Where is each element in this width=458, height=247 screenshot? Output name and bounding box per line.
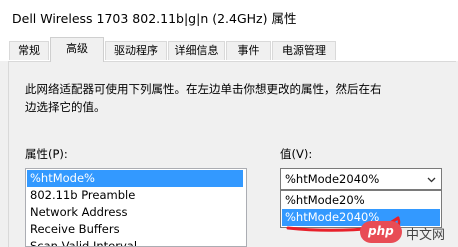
description-line-2: 边选择它的值。 bbox=[25, 100, 106, 114]
list-item[interactable]: Scan Valid Interval bbox=[27, 238, 243, 246]
list-item[interactable]: 802.11b Preamble bbox=[27, 187, 243, 204]
property-label: 属性(P): bbox=[25, 147, 68, 161]
selected-value: %htMode2040% bbox=[285, 172, 380, 186]
php-logo-icon: php bbox=[360, 221, 402, 243]
tab-general[interactable]: 常规 bbox=[9, 41, 49, 60]
list-item[interactable]: Network Address bbox=[27, 204, 243, 221]
value-select[interactable]: %htMode2040% bbox=[280, 168, 442, 190]
watermark: php 中文网 bbox=[360, 221, 456, 245]
value-label: 值(V): bbox=[280, 147, 313, 161]
tab-advanced[interactable]: 高级 bbox=[50, 37, 104, 62]
watermark-text: 中文网 bbox=[406, 228, 446, 243]
description-line-1: 此网络适配器可使用下列属性。在左边单击你想更改的属性，然后在右 bbox=[25, 82, 382, 96]
tab-driver[interactable]: 驱动程序 bbox=[105, 41, 167, 60]
dropdown-option[interactable]: %htMode20% bbox=[282, 192, 440, 209]
tab-details[interactable]: 详细信息 bbox=[168, 41, 225, 60]
tab-events[interactable]: 事件 bbox=[226, 41, 271, 60]
list-item[interactable]: Receive Buffers bbox=[27, 221, 243, 238]
property-list[interactable]: %htMode% 802.11b Preamble Network Addres… bbox=[25, 168, 247, 247]
title-bar: Dell Wireless 1703 802.11b|g|n (2.4GHz) … bbox=[0, 0, 458, 34]
tab-power-management[interactable]: 电源管理 bbox=[272, 41, 336, 60]
window-title: Dell Wireless 1703 802.11b|g|n (2.4GHz) … bbox=[12, 11, 297, 26]
list-item[interactable]: %htMode% bbox=[27, 170, 243, 187]
chevron-down-icon bbox=[427, 177, 436, 183]
